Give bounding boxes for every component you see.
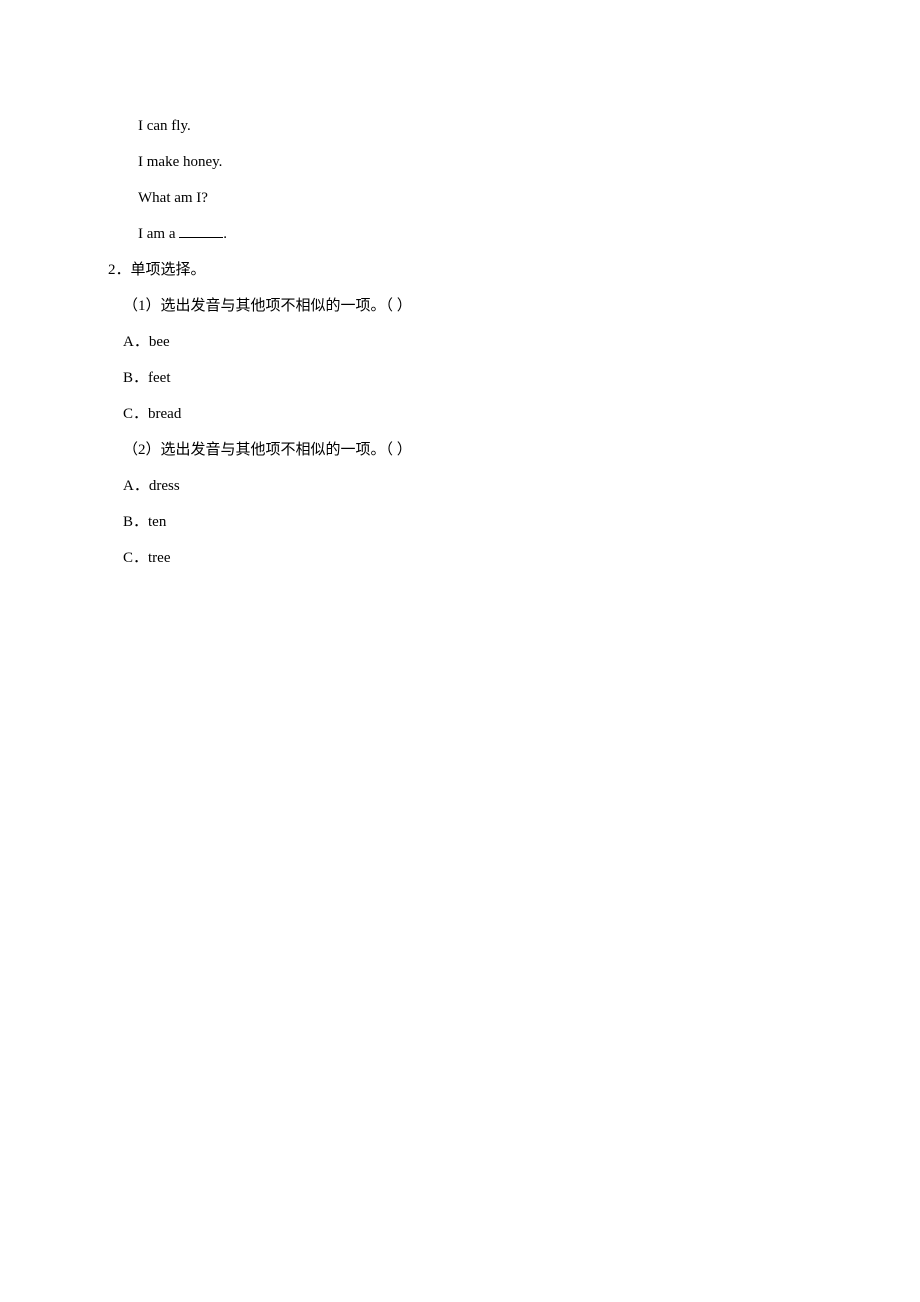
question-2-sub2-label: （2） [123,442,161,458]
question-2-sub2: （2）选出发音与其他项不相似的一项。（ ） [108,432,812,468]
riddle-line-4: I am a . [108,216,812,252]
riddle-line-2: I make honey. [108,144,812,180]
fill-blank[interactable] [179,223,223,238]
question-2-sub1-option-b[interactable]: B．feet [108,360,812,396]
question-2-sub1-label: （1） [123,298,161,314]
question-2-sub1-option-a[interactable]: A．bee [108,324,812,360]
question-2-sub2-option-c[interactable]: C．tree [108,540,812,576]
riddle-line-4-suffix: . [223,226,227,242]
question-2-number: 2． [108,262,131,278]
document-page: I can fly. I make honey. What am I? I am… [0,0,920,1302]
question-2-sub1-text: 选出发音与其他项不相似的一项。（ ） [161,298,412,314]
question-2-sub1: （1）选出发音与其他项不相似的一项。（ ） [108,288,812,324]
question-2-header: 2．单项选择。 [108,252,812,288]
question-2-sub1-option-c[interactable]: C．bread [108,396,812,432]
riddle-line-1: I can fly. [108,108,812,144]
riddle-line-3: What am I? [108,180,812,216]
question-2-sub2-option-a[interactable]: A．dress [108,468,812,504]
question-2-sub2-text: 选出发音与其他项不相似的一项。（ ） [161,442,412,458]
riddle-line-4-prefix: I am a [138,226,179,242]
question-2-title: 单项选择。 [131,262,206,278]
question-2-sub2-option-b[interactable]: B．ten [108,504,812,540]
